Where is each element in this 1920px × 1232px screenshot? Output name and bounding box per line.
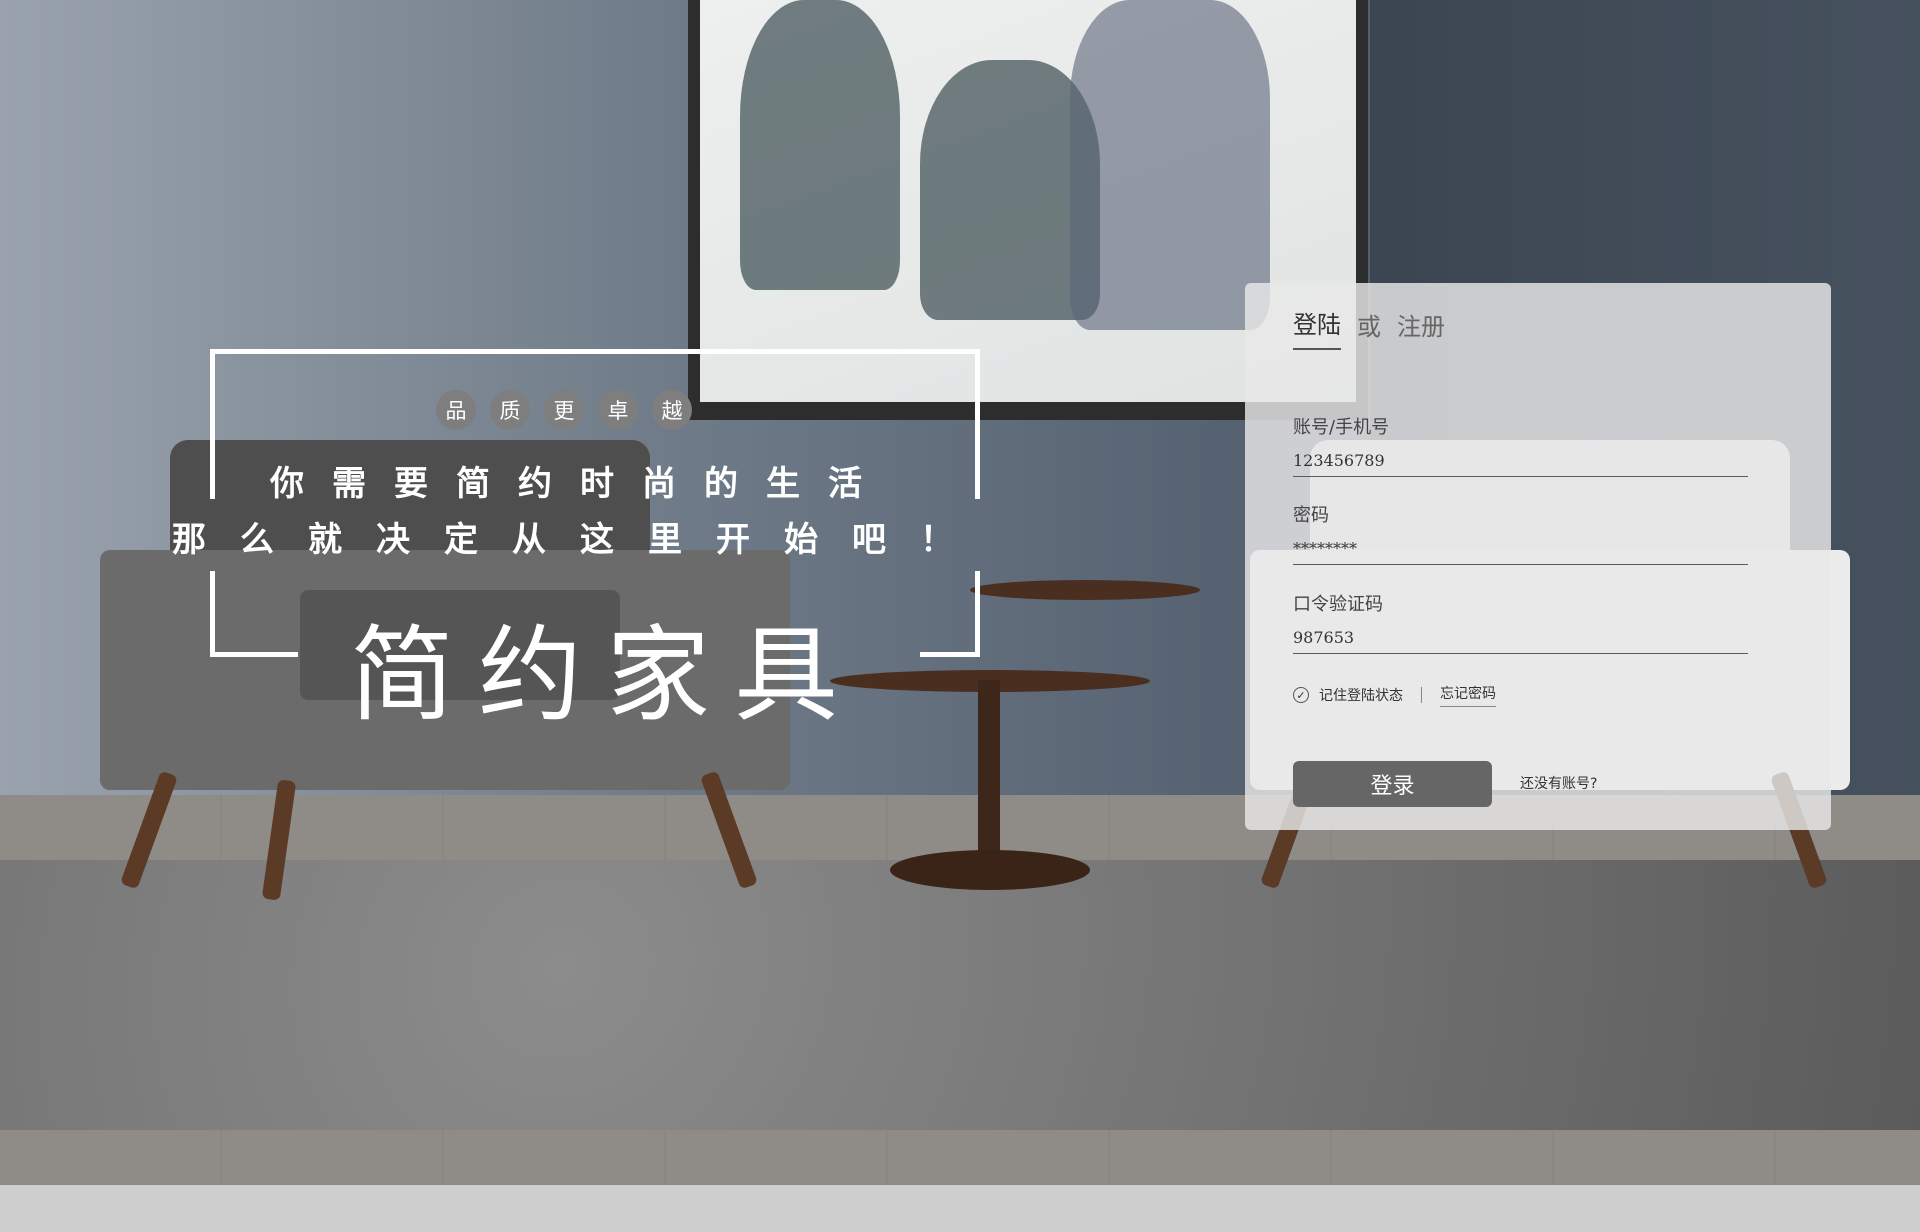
frame-line — [210, 349, 215, 499]
deer-silhouette — [740, 0, 900, 290]
frame-line — [210, 349, 980, 354]
login-options: ✓ 记住登陆状态 忘记密码 — [1293, 683, 1496, 707]
frame-line — [210, 652, 298, 657]
tab-register[interactable]: 注册 — [1397, 307, 1445, 350]
account-input[interactable]: 123456789 — [1293, 451, 1748, 477]
no-account-link[interactable]: 还没有账号? — [1520, 773, 1597, 793]
remember-label[interactable]: 记住登陆状态 — [1319, 685, 1403, 705]
table-base — [890, 850, 1090, 890]
frame-line — [975, 349, 980, 499]
quality-badges: 品 质 更 卓 越 — [436, 390, 692, 430]
account-field: 账号/手机号 123456789 — [1293, 413, 1748, 477]
tab-login[interactable]: 登陆 — [1293, 305, 1341, 350]
quality-badge: 质 — [490, 390, 530, 430]
table-top — [970, 580, 1200, 600]
tab-separator: 或 — [1357, 313, 1381, 341]
quality-badge: 品 — [436, 390, 476, 430]
table-stem — [978, 680, 1000, 860]
password-label: 密码 — [1293, 505, 1329, 526]
quality-badge: 卓 — [598, 390, 638, 430]
quality-badge: 越 — [652, 390, 692, 430]
bottom-strip — [0, 1185, 1920, 1232]
password-input[interactable]: ******** — [1293, 539, 1748, 565]
frame-line — [975, 571, 980, 657]
login-button[interactable]: 登录 — [1293, 761, 1492, 807]
forgot-password-link[interactable]: 忘记密码 — [1440, 683, 1496, 707]
login-panel: 登陆 或 注册 账号/手机号 123456789 密码 ******** 口令验… — [1245, 283, 1831, 830]
slogan-line-2: 那么就决定从这里开始吧！ — [172, 520, 988, 560]
code-field: 口令验证码 987653 — [1293, 590, 1748, 654]
account-label: 账号/手机号 — [1293, 417, 1390, 438]
auth-tabs: 登陆 或 注册 — [1293, 305, 1445, 350]
slogan-line-1: 你需要简约时尚的生活 — [270, 464, 890, 504]
frame-line — [920, 652, 980, 657]
code-input[interactable]: 987653 — [1293, 628, 1748, 654]
brand-title: 简约家具 — [350, 614, 863, 736]
password-field: 密码 ******** — [1293, 501, 1748, 565]
quality-badge: 更 — [544, 390, 584, 430]
options-divider — [1421, 687, 1422, 703]
frame-line — [210, 571, 215, 657]
check-icon[interactable]: ✓ — [1293, 687, 1309, 703]
code-label: 口令验证码 — [1293, 594, 1383, 615]
deer-silhouette — [1070, 0, 1270, 330]
